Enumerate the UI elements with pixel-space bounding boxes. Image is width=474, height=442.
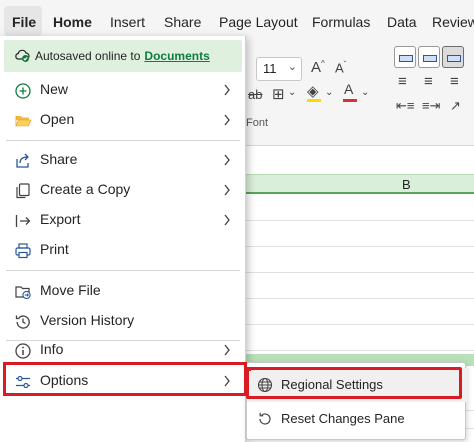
font-color-dropdown-icon[interactable]: ⌄	[361, 88, 369, 98]
history-icon	[15, 315, 30, 329]
font-group-label: Font	[246, 117, 269, 129]
menu-item-label: Export	[40, 211, 81, 227]
tab-home[interactable]: Home	[53, 14, 92, 30]
menu-item-share[interactable]: Share	[0, 145, 246, 175]
tab-insert[interactable]: Insert	[110, 14, 145, 30]
fill-color-dropdown-icon[interactable]: ⌄	[325, 88, 333, 98]
decrease-font-size-icon[interactable]: Aˇ	[335, 61, 346, 75]
menu-item-label: Share	[40, 151, 78, 167]
fill-color-swatch	[307, 99, 321, 102]
copy-icon	[16, 183, 30, 199]
chevron-right-icon	[224, 184, 230, 196]
chevron-right-icon	[224, 344, 230, 356]
menu-item-open[interactable]: Open	[0, 105, 246, 135]
menu-item-label: Print	[40, 241, 69, 257]
submenu-item-label: Reset Changes Pane	[281, 411, 405, 426]
grid-line	[240, 272, 474, 273]
submenu-item-reset-changes-pane[interactable]: Reset Changes Pane	[247, 402, 467, 436]
align-center-icon[interactable]: ≡	[424, 74, 433, 89]
font-size-value: 11	[263, 61, 277, 76]
align-right-icon[interactable]: ≡	[450, 74, 459, 89]
increase-font-size-icon[interactable]: A^	[311, 60, 325, 76]
menu-item-create-a-copy[interactable]: Create a Copy	[0, 175, 246, 205]
column-header-b[interactable]: B	[402, 177, 411, 192]
menu-separator	[6, 270, 240, 271]
chevron-down-icon[interactable]: ⌄	[288, 60, 297, 73]
menu-item-export[interactable]: Export	[0, 205, 246, 235]
tab-share[interactable]: Share	[164, 14, 201, 30]
borders-dropdown-icon[interactable]: ⌄	[288, 88, 296, 98]
options-highlight-box	[3, 362, 247, 396]
menu-item-move-file[interactable]: Move File	[0, 276, 246, 306]
menu-item-version-history[interactable]: Version History	[0, 306, 246, 336]
regional-settings-highlight-box	[246, 367, 462, 399]
autosave-banner: Autosaved online to Documents	[4, 40, 242, 72]
align-bottom-icon[interactable]	[442, 46, 464, 68]
autosave-text: Autosaved online to	[35, 49, 141, 63]
info-icon	[15, 343, 31, 359]
chevron-right-icon	[224, 154, 230, 166]
increase-indent-icon[interactable]: ≡⇥	[422, 99, 440, 112]
folder-open-icon	[15, 116, 32, 127]
cloud-check-icon	[15, 49, 30, 62]
orientation-icon[interactable]: ↗	[450, 99, 461, 112]
align-left-icon[interactable]: ≡	[398, 74, 407, 89]
menu-item-label: Version History	[40, 312, 135, 328]
tab-review[interactable]: Review	[432, 14, 474, 30]
menu-item-info[interactable]: Info	[0, 335, 246, 365]
menu-item-label: Info	[40, 341, 64, 357]
borders-icon[interactable]: ⊞	[272, 87, 285, 102]
strikethrough-icon[interactable]: ab	[248, 88, 262, 101]
decrease-indent-icon[interactable]: ⇤≡	[396, 99, 414, 112]
font-color-swatch	[343, 99, 357, 102]
tab-data[interactable]: Data	[387, 14, 417, 30]
tab-file[interactable]: File	[12, 14, 36, 30]
documents-link[interactable]: Documents	[144, 49, 209, 63]
font-color-icon[interactable]: A	[344, 82, 353, 96]
menu-item-print[interactable]: Print	[0, 235, 246, 265]
tab-page-layout[interactable]: Page Layout	[219, 14, 298, 30]
print-icon	[15, 243, 31, 259]
fill-color-icon[interactable]: ◈	[307, 84, 319, 99]
grid-line	[240, 350, 474, 351]
grid-line	[240, 220, 474, 221]
chevron-right-icon	[224, 114, 230, 126]
column-header-row: B	[240, 174, 474, 194]
chevron-right-icon	[224, 214, 230, 226]
align-top-icon[interactable]	[394, 46, 416, 68]
menu-item-label: Move File	[40, 282, 101, 298]
export-icon	[15, 215, 31, 227]
grid-line	[240, 298, 474, 299]
chevron-right-icon	[224, 84, 230, 96]
menu-item-label: Open	[40, 111, 75, 127]
plus-circle-icon	[15, 83, 31, 99]
autosave-status: Autosaved online to Documents	[35, 49, 210, 63]
menu-item-label: New	[40, 81, 69, 97]
align-middle-icon[interactable]	[418, 46, 440, 68]
menu-separator	[6, 140, 240, 141]
tab-formulas[interactable]: Formulas	[312, 14, 370, 30]
menu-item-label: Create a Copy	[40, 181, 131, 197]
grid-line	[240, 246, 474, 247]
font-size-input[interactable]: 11 ⌄	[256, 57, 302, 81]
reset-icon	[259, 412, 271, 425]
grid-line	[240, 324, 474, 325]
move-file-icon	[15, 286, 31, 300]
menu-item-new[interactable]: New	[0, 75, 246, 105]
share-icon	[16, 153, 29, 168]
